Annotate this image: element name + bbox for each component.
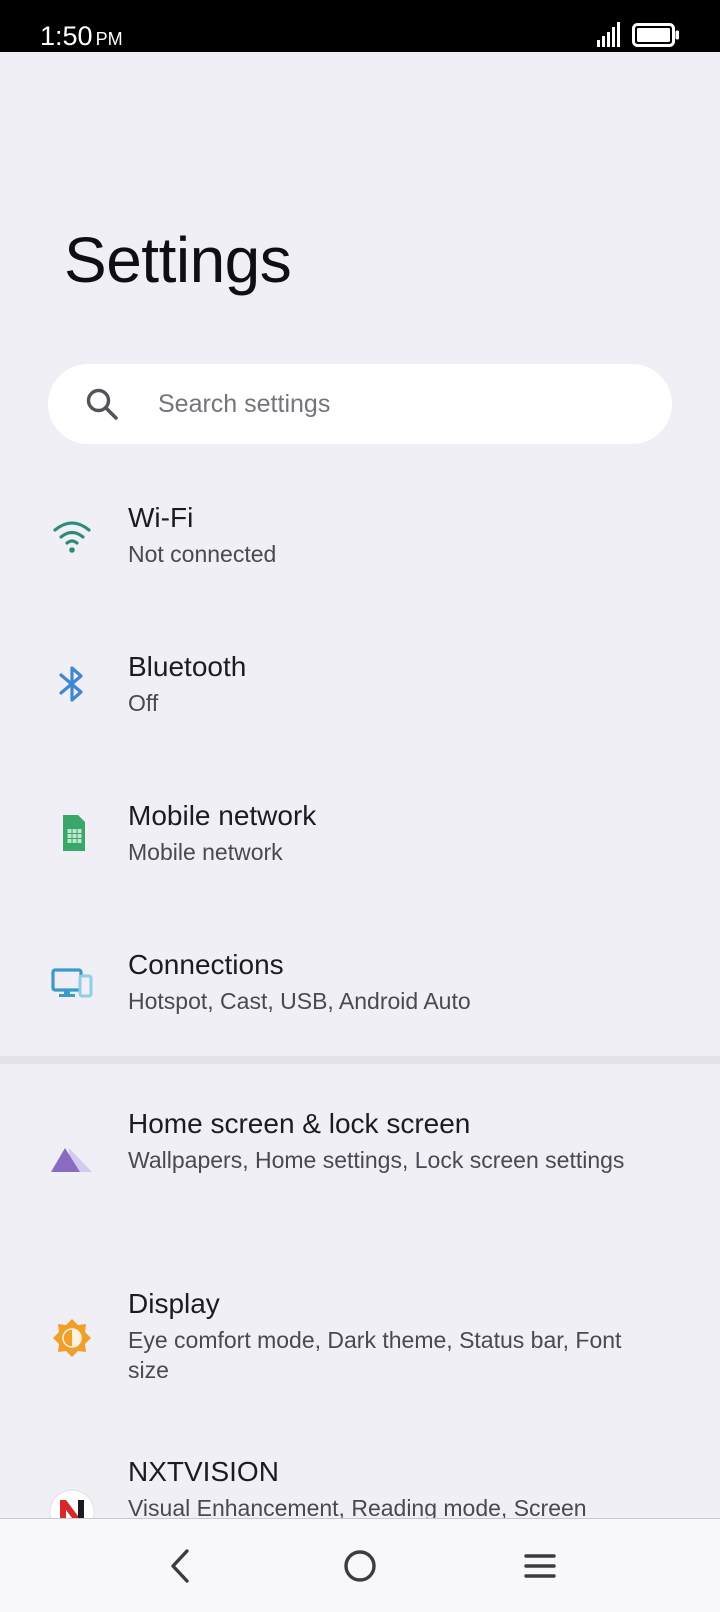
- devices-icon: [51, 968, 93, 998]
- wallpaper-icon: [51, 1148, 92, 1172]
- signal-icon: [597, 22, 620, 47]
- settings-item-subtitle: Off: [128, 690, 159, 716]
- settings-item-subtitle: Mobile network: [128, 839, 283, 865]
- status-bar: 1:50 PM: [0, 0, 720, 52]
- settings-item-subtitle: Not connected: [128, 541, 277, 567]
- nxtvision-icon: [49, 1489, 95, 1518]
- settings-item-display[interactable]: Display Eye comfort mode, Dark theme, St…: [0, 1272, 720, 1420]
- settings-item-nxtvision[interactable]: NXTVISION Visual Enhancement, Reading mo…: [0, 1452, 720, 1518]
- settings-item-subtitle: Visual Enhancement, Reading mode, Screen: [128, 1495, 587, 1518]
- settings-item-title: Connections: [128, 949, 284, 980]
- page-title: Settings: [64, 224, 292, 296]
- settings-item-subtitle: Wallpapers, Home settings, Lock screen s…: [128, 1147, 625, 1173]
- navigation-bar: [0, 1518, 720, 1612]
- settings-item-title: Home screen & lock screen: [128, 1108, 471, 1139]
- settings-item-connections[interactable]: Connections Hotspot, Cast, USB, Android …: [0, 934, 720, 1052]
- status-time: 1:50 PM: [40, 18, 123, 57]
- settings-item-mobile-network[interactable]: Mobile network Mobile network: [0, 785, 720, 903]
- section-divider: [0, 1056, 720, 1064]
- settings-item-title: Mobile network: [128, 800, 317, 831]
- settings-item-wifi[interactable]: Wi-Fi Not connected: [0, 488, 720, 606]
- battery-icon: [632, 23, 679, 47]
- sim-card-icon: [63, 815, 85, 851]
- wifi-icon: [53, 521, 91, 553]
- settings-item-subtitle: Hotspot, Cast, USB, Android Auto: [128, 988, 471, 1014]
- status-time-value: 1:50: [40, 21, 93, 51]
- settings-item-title: Display: [128, 1288, 220, 1319]
- settings-item-bluetooth[interactable]: Bluetooth Off: [0, 636, 720, 754]
- search-input[interactable]: [158, 364, 638, 444]
- settings-item-title: Bluetooth: [128, 651, 247, 682]
- settings-item-title: NXTVISION: [128, 1456, 279, 1487]
- search-bar[interactable]: [48, 364, 672, 444]
- brightness-icon: [53, 1319, 91, 1357]
- settings-item-subtitle: Eye comfort mode, Dark theme, Status bar…: [128, 1327, 622, 1383]
- back-icon[interactable]: [153, 1539, 207, 1593]
- settings-item-home-screen[interactable]: Home screen & lock screen Wallpapers, Ho…: [0, 1092, 720, 1240]
- status-time-ampm: PM: [95, 29, 123, 49]
- home-icon[interactable]: [333, 1539, 387, 1593]
- bluetooth-icon: [59, 666, 83, 702]
- menu-icon[interactable]: [513, 1539, 567, 1593]
- search-icon: [86, 388, 118, 420]
- settings-item-title: Wi-Fi: [128, 502, 194, 533]
